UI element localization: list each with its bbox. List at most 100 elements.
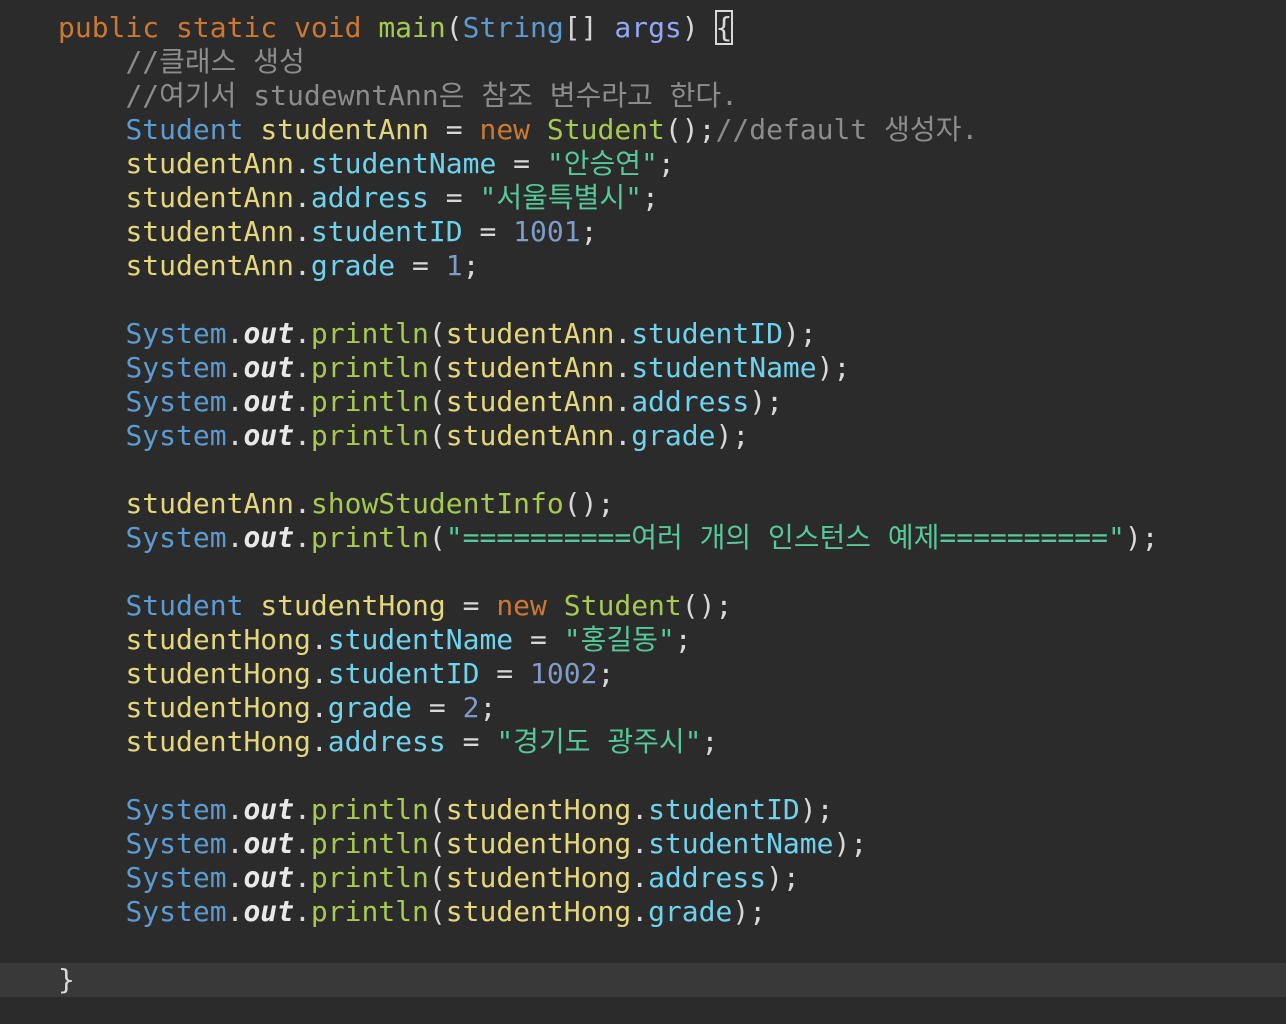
code-token: out [243,793,295,826]
code-line[interactable]: System.out.println(studentHong.studentID… [0,793,1286,827]
code-token: void [294,11,362,44]
code-token: "==========여러 개의 인스턴스 예제==========" [445,521,1125,554]
code-line[interactable]: System.out.println(studentAnn.studentID)… [0,317,1286,351]
code-token: . [294,487,311,520]
code-token: ); [816,351,851,384]
code-token: System [125,351,227,384]
code-token: . [226,351,244,384]
code-token: studentAnn [125,249,295,282]
code-token: grade [310,249,396,282]
code-token: out [243,521,295,554]
code-line[interactable]: studentAnn.showStudentInfo(); [0,487,1286,521]
code-token: (); [563,487,615,520]
code-token: = [513,623,564,656]
code-token: Student [125,113,244,146]
code-token: ; [479,691,497,724]
code-line[interactable]: studentHong.grade = 2; [0,691,1286,725]
code-token: . [294,861,311,894]
code-line[interactable]: Student studentHong = new Student(); [0,589,1286,623]
code-token: } [58,963,75,996]
code-token: . [310,657,328,690]
code-token: . [226,861,244,894]
code-token: Student [125,589,244,622]
code-editor[interactable]: public static void main(String[] args) {… [0,0,1286,1024]
code-token: ; [701,725,719,758]
code-line[interactable]: System.out.println(studentHong.grade); [0,895,1286,929]
code-token: "경기도 광주시" [496,725,702,758]
code-token: address [327,725,446,758]
code-token: . [310,623,328,656]
code-token: . [614,419,632,452]
code-token: = [462,215,514,248]
code-line[interactable]: System.out.println(studentAnn.grade); [0,419,1286,453]
code-line[interactable] [0,555,1286,589]
line-content: System.out.println(studentHong.studentID… [58,793,833,827]
code-line[interactable]: System.out.println(studentAnn.address); [0,385,1286,419]
code-line[interactable]: studentAnn.grade = 1; [0,249,1286,283]
code-token: . [614,317,632,350]
code-token: Student [546,113,665,146]
line-content: System.out.println(studentAnn.studentNam… [58,351,850,385]
code-token: grade [631,419,716,452]
line-content: //클래스 생성 [58,45,304,79]
code-line[interactable]: System.out.println(studentHong.address); [0,861,1286,895]
code-token: System [125,895,227,928]
code-token: = [496,147,547,180]
code-token: ); [1124,521,1159,554]
code-token: public [58,11,160,44]
code-token: ( [445,11,463,44]
code-token: ) [681,11,716,44]
code-line[interactable]: studentHong.studentName = "홍길동"; [0,623,1286,657]
code-line[interactable]: studentHong.address = "경기도 광주시"; [0,725,1286,759]
code-token: . [226,895,244,928]
code-token: . [631,895,649,928]
code-token: studentAnn [445,317,615,350]
code-line[interactable]: studentAnn.studentID = 1001; [0,215,1286,249]
code-line[interactable]: studentHong.studentID = 1002; [0,657,1286,691]
code-token: . [294,827,311,860]
code-line[interactable] [0,283,1286,317]
code-line[interactable]: System.out.println(studentHong.studentNa… [0,827,1286,861]
code-line[interactable]: System.out.println(studentAnn.studentNam… [0,351,1286,385]
code-line[interactable] [0,453,1286,487]
code-line[interactable] [0,759,1286,793]
code-token: 1 [445,249,463,282]
code-token: out [243,861,295,894]
code-line[interactable]: Student studentAnn = new Student();//def… [0,113,1286,147]
line-content: studentAnn.showStudentInfo(); [58,487,614,521]
code-token: . [310,691,328,724]
code-token: { [714,10,734,45]
code-line[interactable] [0,929,1286,963]
code-token: out [243,419,295,452]
code-token: studentHong [445,895,632,928]
code-token: . [631,793,649,826]
line-content: System.out.println(studentAnn.address); [58,385,783,419]
code-token: studentAnn [125,487,295,520]
code-token: . [226,793,244,826]
line-content: Student studentAnn = new Student();//def… [58,113,978,147]
code-line[interactable]: public static void main(String[] args) { [0,10,1286,45]
line-content: public static void main(String[] args) { [58,10,734,45]
code-line[interactable]: studentAnn.studentName = "안승연"; [0,147,1286,181]
code-token: studentHong [445,793,632,826]
code-token: main [378,11,446,44]
code-line[interactable]: //클래스 생성 [0,45,1286,79]
code-token: . [631,861,649,894]
code-line[interactable]: //여기서 studewntAnn은 참조 변수라고 한다. [0,79,1286,113]
code-token: grade [648,895,733,928]
code-token: (); [681,589,733,622]
code-token: "홍길동" [563,623,675,656]
code-line[interactable]: System.out.println("==========여러 개의 인스턴스… [0,521,1286,555]
code-token: ; [597,657,615,690]
code-token: System [125,521,227,554]
code-line[interactable]: studentAnn.address = "서울특별시"; [0,181,1286,215]
line-content: System.out.println("==========여러 개의 인스턴스… [58,521,1159,555]
code-token: . [614,351,632,384]
current-code-line[interactable]: } [0,963,1286,997]
code-token: String [462,11,564,44]
